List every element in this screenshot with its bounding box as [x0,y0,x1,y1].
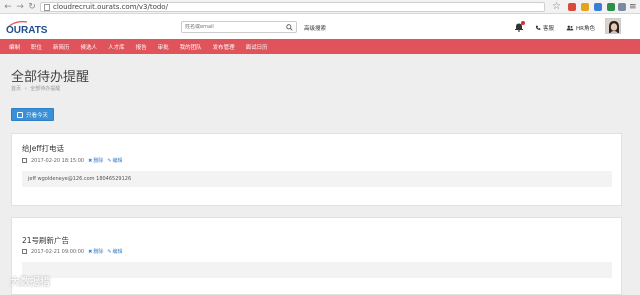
today-only-button[interactable]: 只看今天 [11,108,55,121]
browser-toolbar: ← → ↻ cloudrecruit.ourats.com/v3/todo/ ☆… [0,0,640,14]
address-url: cloudrecruit.ourats.com/v3/todo/ [53,3,168,11]
forward-icon[interactable]: → [14,1,26,13]
logo-text: OURATS [6,25,48,35]
back-icon[interactable]: ← [2,1,14,13]
extension-icon[interactable] [581,3,589,11]
help-label: 客服 [543,26,555,32]
search-input[interactable] [182,24,282,30]
nav-item-publish[interactable]: 发布管理 [213,43,235,51]
phone-icon [535,25,541,30]
breadcrumb-separator: › [24,86,27,92]
todo-datetime: 2017-02-20 18:15:00 [31,157,85,164]
page-title: 全部待办提醒 [11,70,90,85]
calendar-icon [22,158,27,163]
page-content: 全部待办提醒 首页 › 全部待办提醒 只看今天 给Jeff打电话 2017-02… [0,54,640,295]
nav-item-my-team[interactable]: 我的团队 [180,43,202,51]
bookmark-star-icon[interactable]: ☆ [552,1,561,12]
todo-card: 21号刷新广告 2017-02-21 09:00:00 ✖ 删除 ✎ 编辑 [11,217,622,295]
calendar-icon [22,249,27,254]
nav-item-headcount[interactable]: 编制 [9,43,20,51]
extension-icon[interactable] [594,3,602,11]
page-icon [44,3,50,11]
user-avatar[interactable] [605,18,621,34]
todo-detail [22,262,612,278]
watermark: 大数据猎 [10,277,50,288]
ourats-logo[interactable]: OURATS [5,19,55,35]
breadcrumb: 首页 › 全部待办提醒 [11,85,62,92]
todo-meta: 2017-02-20 18:15:00 ✖ 删除 ✎ 编辑 [22,157,123,164]
notification-dot [521,21,525,25]
extension-icon[interactable] [607,3,615,11]
edit-button[interactable]: ✎ 编辑 [107,248,123,256]
nav-item-jobs[interactable]: 职位 [31,43,42,51]
delete-label: 删除 [93,158,104,164]
browser-menu-icon[interactable]: ≡ [629,2,637,12]
delete-label: 删除 [93,249,104,255]
help-link[interactable]: 客服 [535,24,554,32]
todo-datetime: 2017-02-21 09:00:00 [31,248,85,255]
breadcrumb-home[interactable]: 首页 [11,86,21,92]
users-icon [566,25,574,31]
todo-title: 给Jeff打电话 [22,144,64,153]
breadcrumb-current: 全部待办提醒 [30,86,61,92]
delete-button[interactable]: ✖ 删除 [88,248,104,256]
advanced-search-link[interactable]: 高级搜索 [304,24,326,32]
role-label: HR角色 [576,26,595,32]
todo-meta: 2017-02-21 09:00:00 ✖ 删除 ✎ 编辑 [22,248,123,255]
delete-button[interactable]: ✖ 删除 [88,157,104,165]
nav-item-new-resumes[interactable]: 新简历 [53,43,70,51]
edit-label: 编辑 [112,249,123,255]
delete-icon: ✖ [88,248,93,255]
notification-bell-icon[interactable] [514,21,525,32]
today-only-label: 只看今天 [26,112,49,119]
extension-icon[interactable] [568,3,576,11]
role-menu[interactable]: HR角色 [566,24,595,32]
address-bar[interactable]: cloudrecruit.ourats.com/v3/todo/ [40,2,545,12]
edit-icon: ✎ [107,248,112,255]
edit-label: 编辑 [112,158,123,164]
delete-icon: ✖ [88,157,93,164]
nav-item-interview-calendar[interactable]: 面试日历 [246,43,268,51]
todo-detail: jeff wgoldeneye@126.com 18046529126 [22,171,612,187]
main-nav: 编制 职位 新简历 候选人 人才库 报告 审批 我的团队 发布管理 面试日历 [0,39,640,54]
checkbox-icon [17,111,23,118]
edit-icon: ✎ [107,157,112,164]
nav-item-approvals[interactable]: 审批 [158,43,169,51]
nav-item-talent-pool[interactable]: 人才库 [108,43,125,51]
nav-item-candidates[interactable]: 候选人 [81,43,98,51]
nav-item-reports[interactable]: 报告 [136,43,147,51]
reload-icon[interactable]: ↻ [26,1,38,13]
edit-button[interactable]: ✎ 编辑 [107,157,123,165]
extension-icon[interactable] [618,3,626,11]
app-header: OURATS 高级搜索 客服 HR角色 [0,15,640,39]
todo-card: 给Jeff打电话 2017-02-20 18:15:00 ✖ 删除 ✎ 编辑 j… [11,133,622,206]
search-icon[interactable] [286,24,293,31]
search-box[interactable] [181,21,297,33]
todo-title: 21号刷新广告 [22,236,70,245]
